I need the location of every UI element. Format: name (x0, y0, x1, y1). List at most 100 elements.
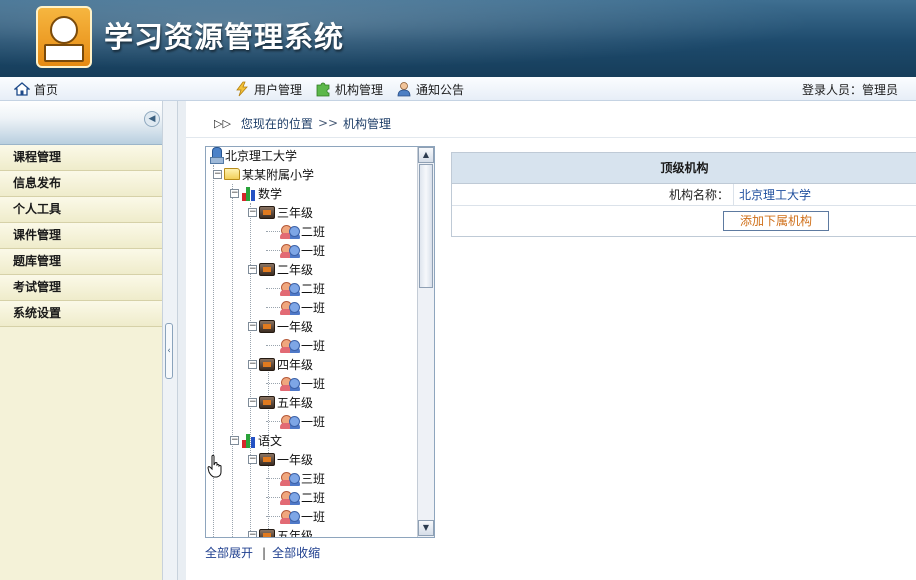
tree-toggle-icon[interactable]: − (248, 264, 257, 274)
tree-node[interactable]: − 某某附属小学 (213, 165, 314, 183)
sidebar-item-course[interactable]: 课程管理 (0, 145, 162, 171)
header-banner: 学习资源管理系统 (0, 0, 916, 77)
nav-user-management-label: 用户管理 (254, 82, 303, 97)
sidebar-item-courseware[interactable]: 课件管理 (0, 223, 162, 249)
sidebar-item-exam[interactable]: 考试管理 (0, 275, 162, 301)
tree-node[interactable]: − 四年级 (248, 355, 313, 373)
sidebar-item-tools[interactable]: 个人工具 (0, 197, 162, 223)
breadcrumb-separator: >> (317, 116, 339, 130)
tree-node-label: 三班 (301, 471, 326, 486)
grade-icon (259, 205, 275, 219)
sidebar-item-publish[interactable]: 信息发布 (0, 171, 162, 197)
tree-node-label: 一年级 (277, 452, 314, 467)
subject-chart-icon (241, 186, 256, 201)
tree-branch-line (266, 382, 280, 384)
nav-user-management[interactable]: 用户管理 (234, 81, 302, 97)
breadcrumb-prefix: 您现在的位置 (240, 116, 313, 131)
expand-all-link[interactable]: 全部展开 (205, 544, 253, 561)
tree-branch-line (266, 344, 280, 346)
org-name-label: 机构名称： (452, 184, 734, 206)
tree-controls: 全部展开 | 全部收缩 (205, 544, 320, 561)
class-icon (280, 338, 300, 353)
tree-toggle-icon[interactable]: − (213, 169, 222, 179)
tree-node[interactable]: 一班 (266, 336, 325, 354)
tree-node[interactable]: 二班 (266, 488, 325, 506)
tree-branch-line (266, 420, 280, 422)
tree-node[interactable]: − 二年级 (248, 260, 313, 278)
tree-toggle-icon[interactable]: − (248, 359, 257, 369)
tree-node[interactable]: 北京理工大学 (210, 147, 297, 164)
class-icon (280, 281, 300, 296)
tree-node[interactable]: 一班 (266, 374, 325, 392)
tree-node-label: 数学 (258, 186, 283, 201)
collapse-all-link[interactable]: 全部收缩 (272, 544, 320, 561)
sidebar-splitter[interactable]: ‹ (162, 101, 178, 580)
add-sub-org-button[interactable]: 添加下属机构 (723, 211, 829, 231)
tree-node[interactable]: 一班 (266, 507, 325, 525)
tree-node[interactable]: − 三年级 (248, 203, 313, 221)
tree-toggle-icon[interactable]: − (248, 321, 257, 331)
tree-node-label: 某某附属小学 (242, 167, 315, 182)
detail-header: 顶级机构 (452, 153, 916, 184)
tree-node[interactable]: − 语文 (230, 431, 282, 449)
tree-node-label: 一班 (301, 243, 326, 258)
tree-toggle-icon[interactable]: − (230, 435, 239, 445)
tree-branch-line (266, 230, 280, 232)
sidebar-collapse-icon[interactable]: ◀ (144, 111, 160, 127)
tree-node[interactable]: 一班 (266, 241, 325, 259)
tree-node-label: 一班 (301, 338, 326, 353)
nav-notice[interactable]: 通知公告 (396, 81, 464, 97)
chart-bar (246, 186, 250, 201)
tree-node[interactable]: 一班 (266, 412, 325, 430)
org-name-value: 北京理工大学 (739, 188, 812, 202)
chart-bar (251, 436, 255, 448)
app-logo-icon (36, 6, 92, 68)
tree-node[interactable]: − 一年级 (248, 317, 313, 335)
class-icon (280, 376, 300, 391)
scroll-down-icon[interactable]: ▼ (418, 520, 434, 536)
subject-chart-icon (241, 433, 256, 448)
nav-notice-label: 通知公告 (416, 82, 465, 97)
sidebar-item-settings[interactable]: 系统设置 (0, 301, 162, 327)
tree-toggle-icon[interactable]: − (248, 207, 257, 217)
nav-org-management[interactable]: 机构管理 (315, 81, 383, 97)
tree-node-label: 四年级 (277, 357, 314, 372)
nav-home[interactable]: 首页 (13, 81, 58, 97)
scroll-thumb[interactable] (419, 164, 433, 288)
tree-guide-line (213, 165, 214, 537)
tree-node[interactable]: 一班 (266, 298, 325, 316)
tree-node-label: 二班 (301, 224, 326, 239)
class-icon-body (280, 498, 300, 505)
tree-scrollbar[interactable]: ▲ ▼ (417, 147, 434, 537)
tree-node[interactable]: − 一年级 (248, 450, 313, 468)
org-tree: 北京理工大学 − 某某附属小学 − 数学 − 三年级 二班 一班 − 二年级 二班 一班 − 一年级 一班 − 四… (206, 147, 418, 537)
grade-icon (259, 357, 275, 371)
person-icon (396, 81, 412, 97)
grade-icon (259, 452, 275, 466)
login-info: 登录人员：管理员 (802, 81, 898, 98)
tree-toggle-icon[interactable]: − (230, 188, 239, 198)
folder-icon (224, 168, 240, 180)
main-content: ▷▷ 您现在的位置 >> 机构管理 北京理工大学 − 某某附属小学 − 数学 − 三年级 二班… (186, 101, 916, 580)
org-tree-panel: 北京理工大学 − 某某附属小学 − 数学 − 三年级 二班 一班 − 二年级 二班 一班 − 一年级 一班 − 四… (205, 146, 435, 538)
tree-node[interactable]: 二班 (266, 222, 325, 240)
login-label: 登录人员： (801, 83, 862, 97)
tree-node[interactable]: 二班 (266, 279, 325, 297)
tree-node[interactable]: − 五年级 (248, 393, 313, 411)
sidebar-item-question-bank[interactable]: 题库管理 (0, 249, 162, 275)
chart-bar (251, 189, 255, 201)
splitter-handle-icon[interactable]: ‹ (165, 323, 173, 379)
links-separator: | (262, 545, 267, 560)
tree-node[interactable]: 三班 (266, 469, 325, 487)
tree-node[interactable]: − 数学 (230, 184, 282, 202)
tree-toggle-icon[interactable]: − (248, 397, 257, 407)
tree-toggle-icon[interactable]: − (248, 454, 257, 464)
gutter (178, 101, 186, 580)
class-icon-body (280, 232, 300, 239)
tree-node-label: 一班 (301, 414, 326, 429)
class-icon (280, 509, 300, 524)
scroll-up-icon[interactable]: ▲ (418, 147, 434, 163)
tree-node[interactable]: − 五年级 (248, 526, 313, 537)
nav-org-management-label: 机构管理 (335, 82, 384, 97)
tree-toggle-icon[interactable]: − (248, 530, 257, 537)
